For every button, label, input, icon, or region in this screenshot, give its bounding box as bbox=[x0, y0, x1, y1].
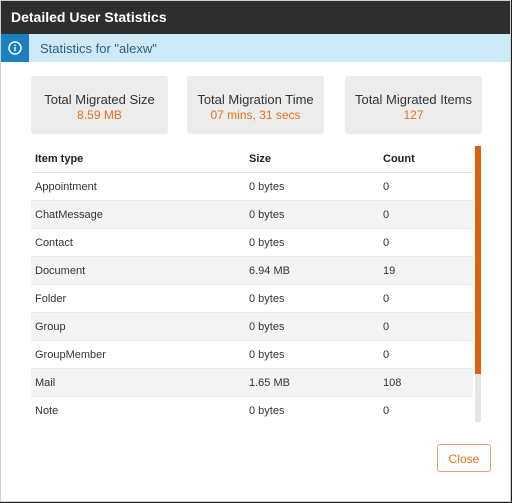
cell-size: 0 bytes bbox=[245, 396, 379, 422]
cell-count: 0 bbox=[379, 200, 473, 229]
card-label: Total Migration Time bbox=[197, 92, 314, 107]
dialog-title: Detailed User Statistics bbox=[11, 9, 167, 25]
column-header-size: Size bbox=[245, 146, 379, 173]
cell-size: 0 bytes bbox=[245, 200, 379, 229]
cell-count: 0 bbox=[379, 340, 473, 369]
table-row: GroupMember 0 bytes 0 bbox=[31, 340, 473, 369]
cell-size: 1.65 MB bbox=[245, 368, 379, 397]
table-row: Mail 1.65 MB 108 bbox=[31, 368, 473, 397]
cell-size: 0 bytes bbox=[245, 284, 379, 313]
card-value: 8.59 MB bbox=[77, 108, 122, 122]
cell-item-type: Contact bbox=[31, 228, 245, 257]
scrollbar-thumb[interactable] bbox=[475, 146, 481, 374]
cell-item-type: Folder bbox=[31, 284, 245, 313]
table-row: Appointment 0 bytes 0 bbox=[31, 172, 473, 201]
cell-size: 0 bytes bbox=[245, 340, 379, 369]
table-scrollbar[interactable] bbox=[475, 146, 481, 422]
cell-item-type: Document bbox=[31, 256, 245, 285]
cell-count: 0 bbox=[379, 228, 473, 257]
table-row: Folder 0 bytes 0 bbox=[31, 284, 473, 313]
cell-size: 0 bytes bbox=[245, 228, 379, 257]
cell-count: 0 bbox=[379, 284, 473, 313]
cell-count: 0 bbox=[379, 172, 473, 201]
table-row: Contact 0 bytes 0 bbox=[31, 228, 473, 257]
cell-item-type: Note bbox=[31, 396, 245, 422]
cell-item-type: Appointment bbox=[31, 172, 245, 201]
cell-size: 0 bytes bbox=[245, 172, 379, 201]
cell-count: 108 bbox=[379, 368, 473, 397]
table-row: Document 6.94 MB 19 bbox=[31, 256, 473, 285]
cell-size: 0 bytes bbox=[245, 312, 379, 341]
table-row: Group 0 bytes 0 bbox=[31, 312, 473, 341]
cell-count: 19 bbox=[379, 256, 473, 285]
cell-item-type: Group bbox=[31, 312, 245, 341]
card-label: Total Migrated Size bbox=[44, 92, 155, 107]
card-label: Total Migrated Items bbox=[354, 92, 473, 107]
table-header-row: Item type Size Count bbox=[31, 146, 473, 173]
info-icon bbox=[1, 34, 29, 62]
cell-count: 0 bbox=[379, 396, 473, 422]
statistics-table: Item type Size Count Appointment 0 bytes… bbox=[31, 146, 473, 422]
cell-item-type: Mail bbox=[31, 368, 245, 397]
info-banner: Statistics for "alexw" bbox=[1, 34, 510, 62]
column-header-item-type: Item type bbox=[31, 146, 245, 173]
card-total-items: Total Migrated Items 127 bbox=[345, 76, 482, 134]
cell-item-type: ChatMessage bbox=[31, 200, 245, 229]
cell-count: 0 bbox=[379, 312, 473, 341]
dialog-titlebar: Detailed User Statistics bbox=[1, 1, 510, 34]
card-value: 127 bbox=[403, 108, 424, 122]
card-total-size: Total Migrated Size 8.59 MB bbox=[31, 76, 168, 134]
cell-item-type: GroupMember bbox=[31, 340, 245, 369]
close-button[interactable]: Close bbox=[437, 444, 491, 472]
table-row: ChatMessage 0 bytes 0 bbox=[31, 200, 473, 229]
user-statistics-dialog: Detailed User Statistics Statistics for … bbox=[0, 0, 511, 502]
column-header-count: Count bbox=[379, 146, 473, 173]
cell-size: 6.94 MB bbox=[245, 256, 379, 285]
info-message: Statistics for "alexw" bbox=[40, 41, 157, 56]
table-row: Note 0 bytes 0 bbox=[31, 396, 473, 422]
card-total-time: Total Migration Time 07 mins, 31 secs bbox=[187, 76, 324, 134]
card-value: 07 mins, 31 secs bbox=[210, 108, 301, 122]
statistics-table-container[interactable]: Item type Size Count Appointment 0 bytes… bbox=[31, 146, 473, 422]
